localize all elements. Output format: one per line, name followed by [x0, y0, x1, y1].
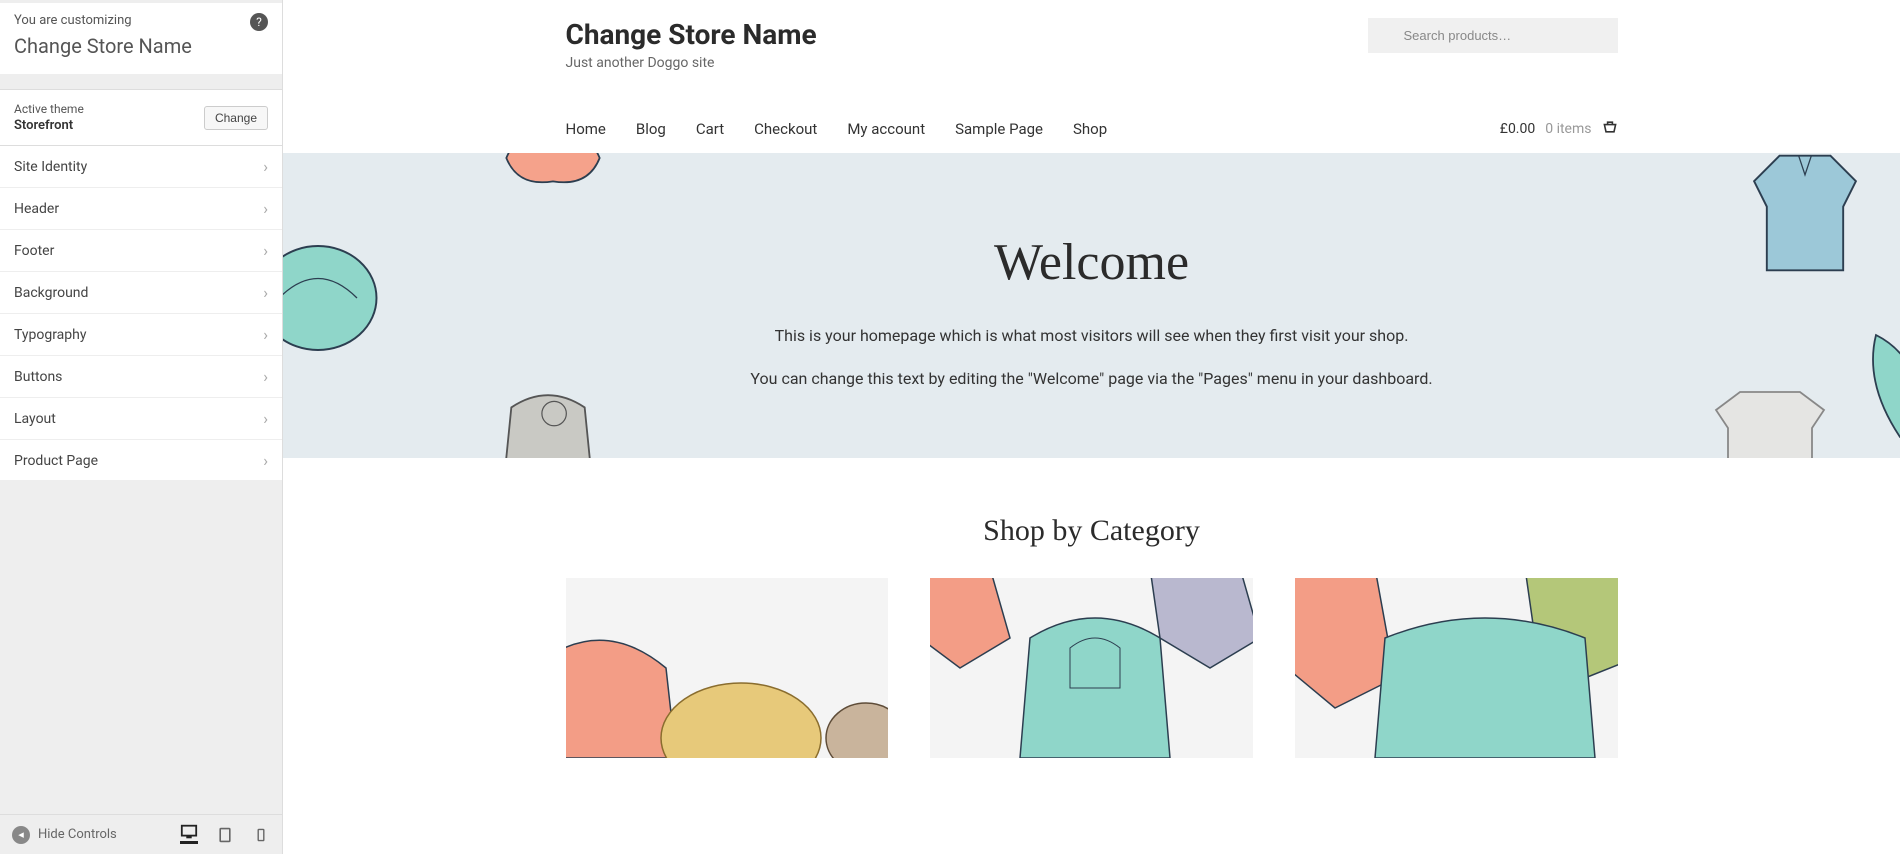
nav-link-sample-page[interactable]: Sample Page — [955, 120, 1043, 138]
nav-link-cart[interactable]: Cart — [696, 120, 724, 138]
hero-section: Welcome This is your homepage which is w… — [283, 153, 1900, 458]
clothing-illustration-gray-hoodie — [483, 383, 613, 458]
nav-link-shop[interactable]: Shop — [1073, 120, 1107, 138]
hero-line-1: This is your homepage which is what most… — [303, 326, 1880, 345]
category-grid — [566, 578, 1618, 758]
search-input[interactable] — [1368, 18, 1618, 53]
chevron-right-icon: › — [263, 409, 268, 428]
hide-controls-label: Hide Controls — [38, 827, 117, 842]
menu-item-label: Footer — [14, 243, 54, 259]
chevron-right-icon: › — [263, 451, 268, 470]
active-theme-name: Storefront — [14, 118, 84, 133]
active-theme-label: Active theme — [14, 102, 84, 116]
clothing-illustration-green-sleeve — [1860, 323, 1900, 443]
customizing-header: You are customizing Change Store Name ? — [0, 3, 282, 75]
device-preview-icons — [180, 826, 270, 844]
change-theme-button[interactable]: Change — [204, 106, 268, 130]
nav-link-checkout[interactable]: Checkout — [754, 120, 817, 138]
nav-link-my-account[interactable]: My account — [847, 120, 925, 138]
menu-item-label: Site Identity — [14, 159, 87, 175]
nav-row: Home Blog Cart Checkout My account Sampl… — [566, 119, 1618, 153]
customizing-label: You are customizing — [14, 13, 268, 28]
menu-item-label: Buttons — [14, 369, 62, 385]
clothing-illustration-pink-shirt — [493, 153, 613, 193]
category-tile-1[interactable] — [566, 578, 889, 758]
chevron-right-icon: › — [263, 199, 268, 218]
primary-nav: Home Blog Cart Checkout My account Sampl… — [566, 120, 1108, 138]
cart-total: £0.00 — [1500, 121, 1535, 137]
menu-item-site-identity[interactable]: Site Identity › — [0, 146, 282, 188]
clothing-illustration-blue-polo — [1740, 153, 1870, 283]
collapse-left-icon: ◂ — [12, 826, 30, 844]
customizing-title: Change Store Name — [14, 34, 268, 58]
hide-controls-button[interactable]: ◂ Hide Controls — [12, 826, 117, 844]
chevron-right-icon: › — [263, 241, 268, 260]
search-wrap — [1368, 18, 1618, 53]
menu-item-typography[interactable]: Typography › — [0, 314, 282, 356]
site-header: Change Store Name Just another Doggo sit… — [566, 18, 1618, 71]
mobile-icon[interactable] — [252, 826, 270, 844]
active-theme-row: Active theme Storefront Change — [0, 89, 282, 146]
cart-summary[interactable]: £0.00 0 items — [1500, 119, 1618, 139]
menu-item-buttons[interactable]: Buttons › — [0, 356, 282, 398]
menu-item-label: Product Page — [14, 453, 98, 469]
cart-items-count: 0 items — [1545, 121, 1591, 137]
tablet-icon[interactable] — [216, 826, 234, 844]
nav-link-blog[interactable]: Blog — [636, 120, 666, 138]
chevron-right-icon: › — [263, 367, 268, 386]
chevron-right-icon: › — [263, 325, 268, 344]
sidebar-bottom-bar: ◂ Hide Controls — [0, 814, 282, 854]
chevron-right-icon: › — [263, 157, 268, 176]
preview-pane: Change Store Name Just another Doggo sit… — [283, 0, 1900, 854]
chevron-right-icon: › — [263, 283, 268, 302]
shop-by-category-section: Shop by Category — [542, 458, 1642, 758]
menu-item-label: Background — [14, 285, 88, 301]
clothing-illustration-teal-sweater — [283, 233, 383, 363]
sidebar-spacer — [0, 480, 282, 814]
shop-by-category-title: Shop by Category — [566, 514, 1618, 548]
category-tile-2[interactable] — [930, 578, 1253, 758]
customizer-sidebar: You are customizing Change Store Name ? … — [0, 0, 283, 854]
nav-link-home[interactable]: Home — [566, 120, 606, 138]
help-icon[interactable]: ? — [250, 13, 268, 31]
menu-item-layout[interactable]: Layout › — [0, 398, 282, 440]
site-title[interactable]: Change Store Name — [566, 18, 1328, 51]
menu-item-product-page[interactable]: Product Page › — [0, 440, 282, 480]
basket-icon — [1602, 119, 1618, 139]
clothing-illustration-gray-tshirt — [1710, 378, 1830, 458]
site-tagline: Just another Doggo site — [566, 55, 1328, 71]
desktop-icon[interactable] — [180, 826, 198, 844]
menu-item-header[interactable]: Header › — [0, 188, 282, 230]
menu-item-footer[interactable]: Footer › — [0, 230, 282, 272]
hero-title: Welcome — [303, 233, 1880, 292]
menu-item-label: Layout — [14, 411, 56, 427]
menu-item-label: Typography — [14, 327, 86, 343]
menu-item-background[interactable]: Background › — [0, 272, 282, 314]
menu-item-label: Header — [14, 201, 59, 217]
customizer-menu: Site Identity › Header › Footer › Backgr… — [0, 146, 282, 480]
category-tile-3[interactable] — [1295, 578, 1618, 758]
